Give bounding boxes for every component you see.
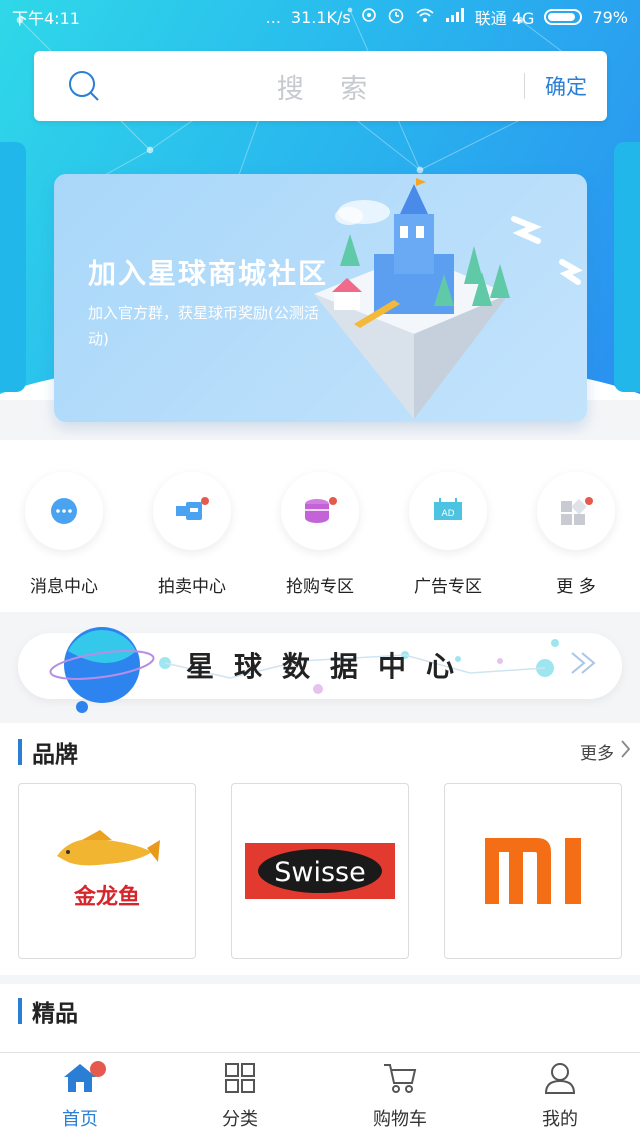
signal-icon	[445, 7, 465, 27]
section-title: 精品	[32, 1001, 78, 1027]
tab-category[interactable]: 分类	[160, 1053, 320, 1138]
section-accent-bar	[18, 998, 22, 1024]
more-grid-icon[interactable]	[537, 472, 615, 550]
cart-icon	[382, 1061, 418, 1099]
notification-badge	[90, 1061, 106, 1077]
flash-sale-icon[interactable]	[281, 472, 359, 550]
tab-label: 分类	[222, 1109, 258, 1130]
brands-more-link[interactable]: 更多	[580, 739, 631, 764]
chevron-right-icon	[620, 739, 631, 764]
brand-card-swisse[interactable]: Swisse	[231, 783, 409, 959]
jinlongyu-logo: 金龙鱼	[57, 830, 160, 910]
quick-item-ad-zone[interactable]: AD 广告专区	[384, 440, 512, 612]
data-center-section: 星球数据中心	[0, 613, 640, 723]
quick-item-more[interactable]: 更 多	[512, 440, 640, 612]
quick-menu: 消息中心 拍卖中心 抢购专区 AD 广告专区 更 多	[0, 440, 640, 612]
category-icon	[223, 1061, 257, 1099]
brand-section: 品牌 更多 金龙鱼 Swisse	[0, 723, 640, 975]
search-input[interactable]: 搜 索	[134, 67, 524, 106]
quick-label: 更 多	[556, 577, 596, 597]
quick-item-auction-center[interactable]: 拍卖中心	[128, 440, 256, 612]
section-header-fine-goods: 精品	[18, 996, 78, 1027]
tab-label: 首页	[62, 1109, 98, 1130]
quick-item-flash-sale[interactable]: 抢购专区	[256, 440, 384, 612]
sync-icon	[361, 7, 377, 27]
section-header-brands: 品牌	[18, 737, 78, 768]
brand-name-jinlongyu: 金龙鱼	[73, 884, 140, 910]
carrier-label: 联通 4G	[474, 9, 535, 28]
alarm-icon	[387, 6, 405, 28]
data-center-title: 星球数据中心	[186, 650, 475, 683]
mi-logo	[485, 838, 581, 904]
quick-label: 消息中心	[30, 577, 98, 597]
status-time: 下午4:11	[12, 9, 80, 28]
search-bar[interactable]: 搜 索 确定	[34, 51, 607, 121]
tab-cart[interactable]: 购物车	[320, 1053, 480, 1138]
bottom-tab-bar: 首页 分类 购物车 我的	[0, 1052, 640, 1138]
svg-text:AD: AD	[441, 509, 454, 519]
castle-illustration	[314, 178, 583, 419]
tab-home[interactable]: 首页	[0, 1053, 160, 1138]
section-accent-bar	[18, 739, 22, 765]
banner-next-peek[interactable]	[614, 142, 640, 392]
network-speed: 31.1K/s	[290, 7, 351, 27]
promo-banner[interactable]: 加入星球商城社区 加入官方群，获星球币奖励(公测活动)	[54, 174, 587, 422]
quick-label: 广告专区	[414, 577, 482, 597]
search-icon[interactable]	[34, 69, 134, 103]
banner-subtitle: 加入官方群，获星球币奖励(公测活动)	[88, 304, 319, 348]
user-icon	[543, 1061, 577, 1099]
tab-label: 购物车	[373, 1109, 427, 1130]
quick-label: 抢购专区	[286, 577, 354, 597]
status-bar: 下午4:11 ... 31.1K/s 联通 4G 79%	[0, 0, 640, 34]
more-label: 更多	[580, 744, 614, 764]
quick-label: 拍卖中心	[158, 577, 226, 597]
tab-mine[interactable]: 我的	[480, 1053, 640, 1138]
quick-item-message-center[interactable]: 消息中心	[0, 440, 128, 612]
battery-percent: 79%	[592, 7, 628, 27]
section-title: 品牌	[32, 742, 78, 768]
tab-label: 我的	[542, 1109, 578, 1130]
message-icon[interactable]	[25, 472, 103, 550]
banner-prev-peek[interactable]	[0, 142, 26, 392]
ad-icon[interactable]: AD	[409, 472, 487, 550]
fine-goods-section: 精品	[0, 984, 640, 1052]
confirm-button[interactable]: 确定	[525, 71, 607, 101]
auction-icon[interactable]	[153, 472, 231, 550]
banner-title: 加入星球商城社区	[88, 257, 329, 290]
status-dots: ...	[265, 7, 281, 27]
brand-name-swisse: Swisse	[274, 857, 365, 888]
brand-card-mi[interactable]	[444, 783, 622, 959]
battery-icon	[544, 9, 583, 25]
swisse-logo: Swisse	[245, 843, 395, 899]
brand-card-jinlongyu[interactable]: 金龙鱼	[18, 783, 196, 959]
wifi-icon	[415, 7, 435, 27]
